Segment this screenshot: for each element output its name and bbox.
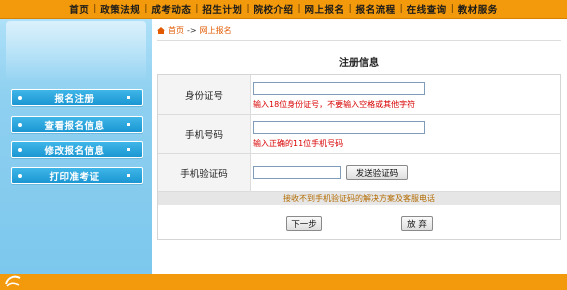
id-label: 身份证号 bbox=[158, 75, 251, 114]
breadcrumb: 首页 -> 网上报名 bbox=[157, 25, 232, 36]
nav-online-registration[interactable]: 网上报名 bbox=[301, 2, 349, 16]
sidebar: 报名注册 查看报名信息 修改报名信息 打印准考证 bbox=[0, 19, 152, 274]
id-row: 身份证号 输入18位身份证号，不要输入空格或其他字符 bbox=[158, 75, 560, 115]
nav-home[interactable]: 首页 bbox=[65, 2, 93, 16]
id-number-input[interactable] bbox=[253, 82, 425, 95]
bullet-icon bbox=[127, 174, 130, 177]
sidebar-item-label: 查看报名信息 bbox=[44, 120, 105, 132]
sidebar-item-view-info[interactable]: 查看报名信息 bbox=[11, 116, 143, 133]
help-notice[interactable]: 接收不到手机验证码的解决方案及客服电话 bbox=[158, 192, 560, 205]
registration-form: 身份证号 输入18位身份证号，不要输入空格或其他字符 手机号码 输入正确的11位… bbox=[157, 74, 561, 240]
breadcrumb-arrow: -> bbox=[187, 26, 197, 35]
footer-bar bbox=[0, 274, 567, 290]
nav-policy[interactable]: 政策法规 bbox=[96, 2, 144, 16]
nav-textbooks[interactable]: 教材服务 bbox=[454, 2, 502, 16]
divider bbox=[157, 40, 561, 41]
next-button[interactable]: 下一步 bbox=[286, 216, 322, 231]
logo-icon bbox=[4, 274, 22, 288]
sidebar-highlight bbox=[6, 21, 146, 81]
bullet-icon bbox=[127, 148, 130, 151]
top-navigation: 首页 | 政策法规 | 成考动态 | 招生计划 | 院校介绍 | 网上报名 | … bbox=[0, 0, 567, 19]
sidebar-item-edit-info[interactable]: 修改报名信息 bbox=[11, 141, 143, 158]
nav-enrollment-plan[interactable]: 招生计划 bbox=[198, 2, 246, 16]
sidebar-item-register[interactable]: 报名注册 bbox=[11, 89, 143, 106]
page-title: 注册信息 bbox=[339, 58, 379, 69]
nav-schools[interactable]: 院校介绍 bbox=[249, 2, 297, 16]
phone-hint: 输入正确的11位手机号码 bbox=[253, 139, 344, 148]
code-label: 手机验证码 bbox=[158, 154, 251, 191]
phone-input[interactable] bbox=[253, 121, 425, 134]
sidebar-item-label: 修改报名信息 bbox=[44, 145, 105, 157]
breadcrumb-home[interactable]: 首页 bbox=[168, 25, 184, 36]
sidebar-item-print-ticket[interactable]: 打印准考证 bbox=[11, 167, 143, 184]
code-row: 手机验证码 发送验证码 bbox=[158, 154, 560, 192]
phone-label: 手机号码 bbox=[158, 115, 251, 153]
bullet-icon bbox=[127, 123, 130, 126]
home-icon bbox=[157, 27, 165, 34]
id-hint: 输入18位身份证号，不要输入空格或其他字符 bbox=[253, 100, 416, 109]
phone-row: 手机号码 输入正确的11位手机号码 bbox=[158, 115, 560, 154]
sidebar-item-label: 报名注册 bbox=[54, 93, 95, 105]
nav-news[interactable]: 成考动态 bbox=[147, 2, 195, 16]
nav-online-query[interactable]: 在线查询 bbox=[403, 2, 451, 16]
sidebar-item-label: 打印准考证 bbox=[49, 171, 100, 183]
cancel-button[interactable]: 放 弃 bbox=[401, 216, 433, 231]
verification-code-input[interactable] bbox=[253, 166, 341, 179]
nav-process[interactable]: 报名流程 bbox=[352, 2, 400, 16]
bullet-icon bbox=[127, 96, 130, 99]
send-code-button[interactable]: 发送验证码 bbox=[346, 165, 408, 180]
breadcrumb-current[interactable]: 网上报名 bbox=[200, 25, 232, 36]
